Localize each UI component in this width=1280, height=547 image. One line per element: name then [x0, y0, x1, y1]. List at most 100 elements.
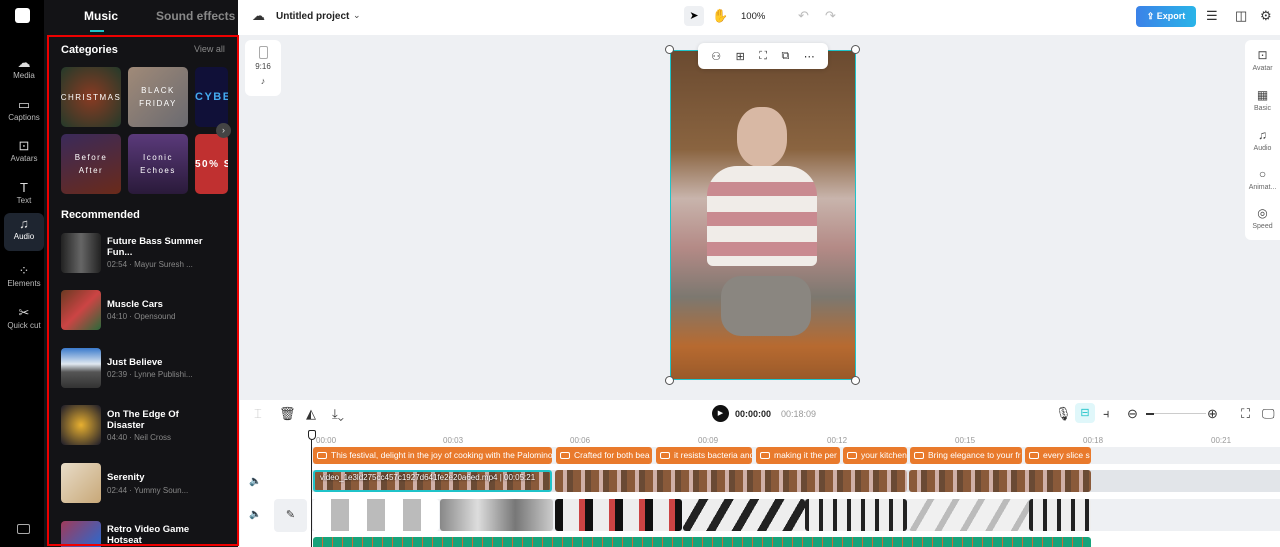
track-title[interactable]: Retro Video Game Hotseat	[107, 524, 207, 546]
project-title[interactable]: Untitled project	[276, 11, 349, 22]
video-preview[interactable]	[670, 50, 856, 380]
phone-icon	[258, 46, 268, 59]
playhead[interactable]	[311, 432, 312, 547]
monitor-icon[interactable]: 🖵	[1262, 406, 1275, 422]
caption-clip[interactable]: making it the per	[756, 447, 840, 464]
split-icon[interactable]: ⌶	[254, 406, 262, 422]
delete-icon[interactable]: 🗑	[279, 406, 296, 422]
track-title[interactable]: Just Believe	[107, 357, 207, 368]
video-clip[interactable]	[555, 470, 907, 492]
caption-clip[interactable]: your kitchen	[843, 447, 907, 464]
video-clip[interactable]	[909, 470, 1091, 492]
magnet-icon[interactable]: ⊟	[1075, 403, 1095, 423]
rail-elements[interactable]: ⁘ Elements	[4, 260, 44, 298]
microphone-icon[interactable]: 🎙	[1055, 406, 1072, 422]
resize-handle[interactable]	[665, 45, 674, 54]
track-title[interactable]: On The Edge Of Disaster	[107, 409, 207, 431]
mute-icon[interactable]: 🔈	[249, 509, 261, 520]
rail-quick-cut[interactable]: ✂ Quick cut	[4, 302, 44, 340]
category-cyber-monday[interactable]: CYBER MONDAY	[195, 67, 228, 127]
prop-animation[interactable]: ○ Animat...	[1245, 167, 1280, 191]
track-thumbnail[interactable]	[61, 405, 101, 445]
category-before-after[interactable]: Before After	[61, 134, 121, 194]
split-clip-icon[interactable]: ⫞	[1103, 406, 1110, 422]
layers-icon[interactable]: ☰	[1206, 8, 1218, 24]
avatar-icon[interactable]: ⚇	[711, 50, 721, 63]
current-time: 00:00:00	[735, 409, 772, 419]
broll-clip[interactable]	[1029, 499, 1091, 531]
more-icon[interactable]: ⋯	[804, 50, 815, 63]
track-title[interactable]: Muscle Cars	[107, 299, 207, 310]
download-icon[interactable]: ⤓⌄	[332, 406, 344, 422]
ruler-label: 00:21	[1211, 436, 1232, 445]
track-thumbnail[interactable]	[61, 521, 101, 547]
person-face	[737, 107, 787, 167]
track-thumbnail[interactable]	[61, 290, 101, 330]
audio-clip[interactable]	[313, 537, 1091, 547]
replace-icon[interactable]: ⧉	[781, 50, 789, 63]
prop-avatar[interactable]: ⊡ Avatar	[1245, 48, 1280, 72]
mute-icon[interactable]: 🔈	[249, 476, 261, 487]
category-black-friday[interactable]: BLACK FRIDAY	[128, 67, 188, 127]
track-thumbnail[interactable]	[61, 233, 101, 273]
caption-clip[interactable]: it resists bacteria and	[656, 447, 752, 464]
rail-avatars[interactable]: ⊡ Avatars	[4, 135, 44, 173]
tab-sound-effects[interactable]: Sound effects	[156, 9, 235, 23]
track-thumbnail[interactable]	[61, 348, 101, 388]
playhead-handle[interactable]	[308, 430, 316, 440]
fullscreen-icon[interactable]: ⛶	[1241, 406, 1250, 422]
keyboard-icon[interactable]	[17, 524, 30, 534]
zoom-level[interactable]: 100%	[741, 11, 765, 22]
broll-clip[interactable]	[555, 499, 682, 531]
zoom-out-icon[interactable]: ⊖	[1127, 406, 1138, 422]
category-sale[interactable]: 50% SALE	[195, 134, 228, 194]
zoom-in-icon[interactable]: ⊕	[1207, 406, 1218, 422]
chevron-right-icon[interactable]: ›	[216, 123, 231, 138]
track-thumbnail[interactable]	[61, 463, 101, 503]
video-clip-selected[interactable]: video_1e3ld275cc457c1927d641fe2e20a6ed.m…	[313, 470, 552, 492]
caption-clip[interactable]: This festival, delight in the joy of coo…	[313, 447, 552, 464]
play-button[interactable]: ▶	[712, 405, 729, 422]
broll-clip[interactable]	[805, 499, 907, 531]
view-all-link[interactable]: View all	[194, 44, 225, 54]
settings-icon[interactable]: ⚙	[1260, 8, 1272, 24]
prop-audio[interactable]: ♫ Audio	[1245, 128, 1280, 152]
zoom-slider[interactable]	[1146, 413, 1206, 415]
select-tool-icon[interactable]: ➤	[684, 6, 704, 26]
redo-icon[interactable]: ↷	[825, 8, 836, 24]
caption-clip[interactable]: Bring elegance to your fr	[910, 447, 1022, 464]
caption-clip[interactable]: Crafted for both bea	[556, 447, 652, 464]
export-button[interactable]: ⇪ Export	[1136, 6, 1196, 27]
flip-icon[interactable]: ◭	[306, 406, 316, 422]
caption-clip[interactable]: every slice s	[1025, 447, 1091, 464]
track-title[interactable]: Future Bass Summer Fun...	[107, 236, 207, 258]
add-image-icon[interactable]: ⊞	[736, 50, 745, 63]
broll-clip[interactable]	[440, 499, 553, 531]
edit-cover-button[interactable]: ✎	[274, 499, 307, 532]
broll-clip[interactable]	[313, 499, 439, 531]
resize-handle[interactable]	[665, 376, 674, 385]
chevron-down-icon[interactable]: ⌄	[353, 10, 361, 21]
rail-media[interactable]: ☁ Media	[4, 52, 44, 90]
resize-handle[interactable]	[851, 45, 860, 54]
prop-basic[interactable]: ▦ Basic	[1245, 88, 1280, 112]
rail-audio[interactable]: ♫ Audio	[4, 213, 44, 251]
prop-speed[interactable]: ◎ Speed	[1245, 206, 1280, 230]
rail-captions[interactable]: ▭ Captions	[4, 94, 44, 132]
undo-icon[interactable]: ↶	[798, 8, 809, 24]
ruler-label: 00:12	[827, 436, 848, 445]
aspect-ratio-selector[interactable]: 9:16 ♪	[245, 40, 281, 96]
broll-clip[interactable]	[683, 499, 805, 531]
broll-clip[interactable]	[909, 499, 1029, 531]
track-title[interactable]: Serenity	[107, 472, 207, 483]
panel-toggle-icon[interactable]: ◫	[1235, 8, 1247, 24]
elements-icon: ⁘	[18, 263, 30, 278]
category-iconic-echoes[interactable]: Iconic Echoes	[128, 134, 188, 194]
hand-tool-icon[interactable]: ✋	[712, 8, 728, 24]
rail-text[interactable]: T Text	[4, 177, 44, 215]
crop-icon[interactable]: ⛶	[759, 50, 767, 63]
resize-handle[interactable]	[851, 376, 860, 385]
app-logo[interactable]	[15, 8, 30, 23]
tab-music[interactable]: Music	[84, 9, 118, 23]
category-christmas[interactable]: CHRISTMAS	[61, 67, 121, 127]
